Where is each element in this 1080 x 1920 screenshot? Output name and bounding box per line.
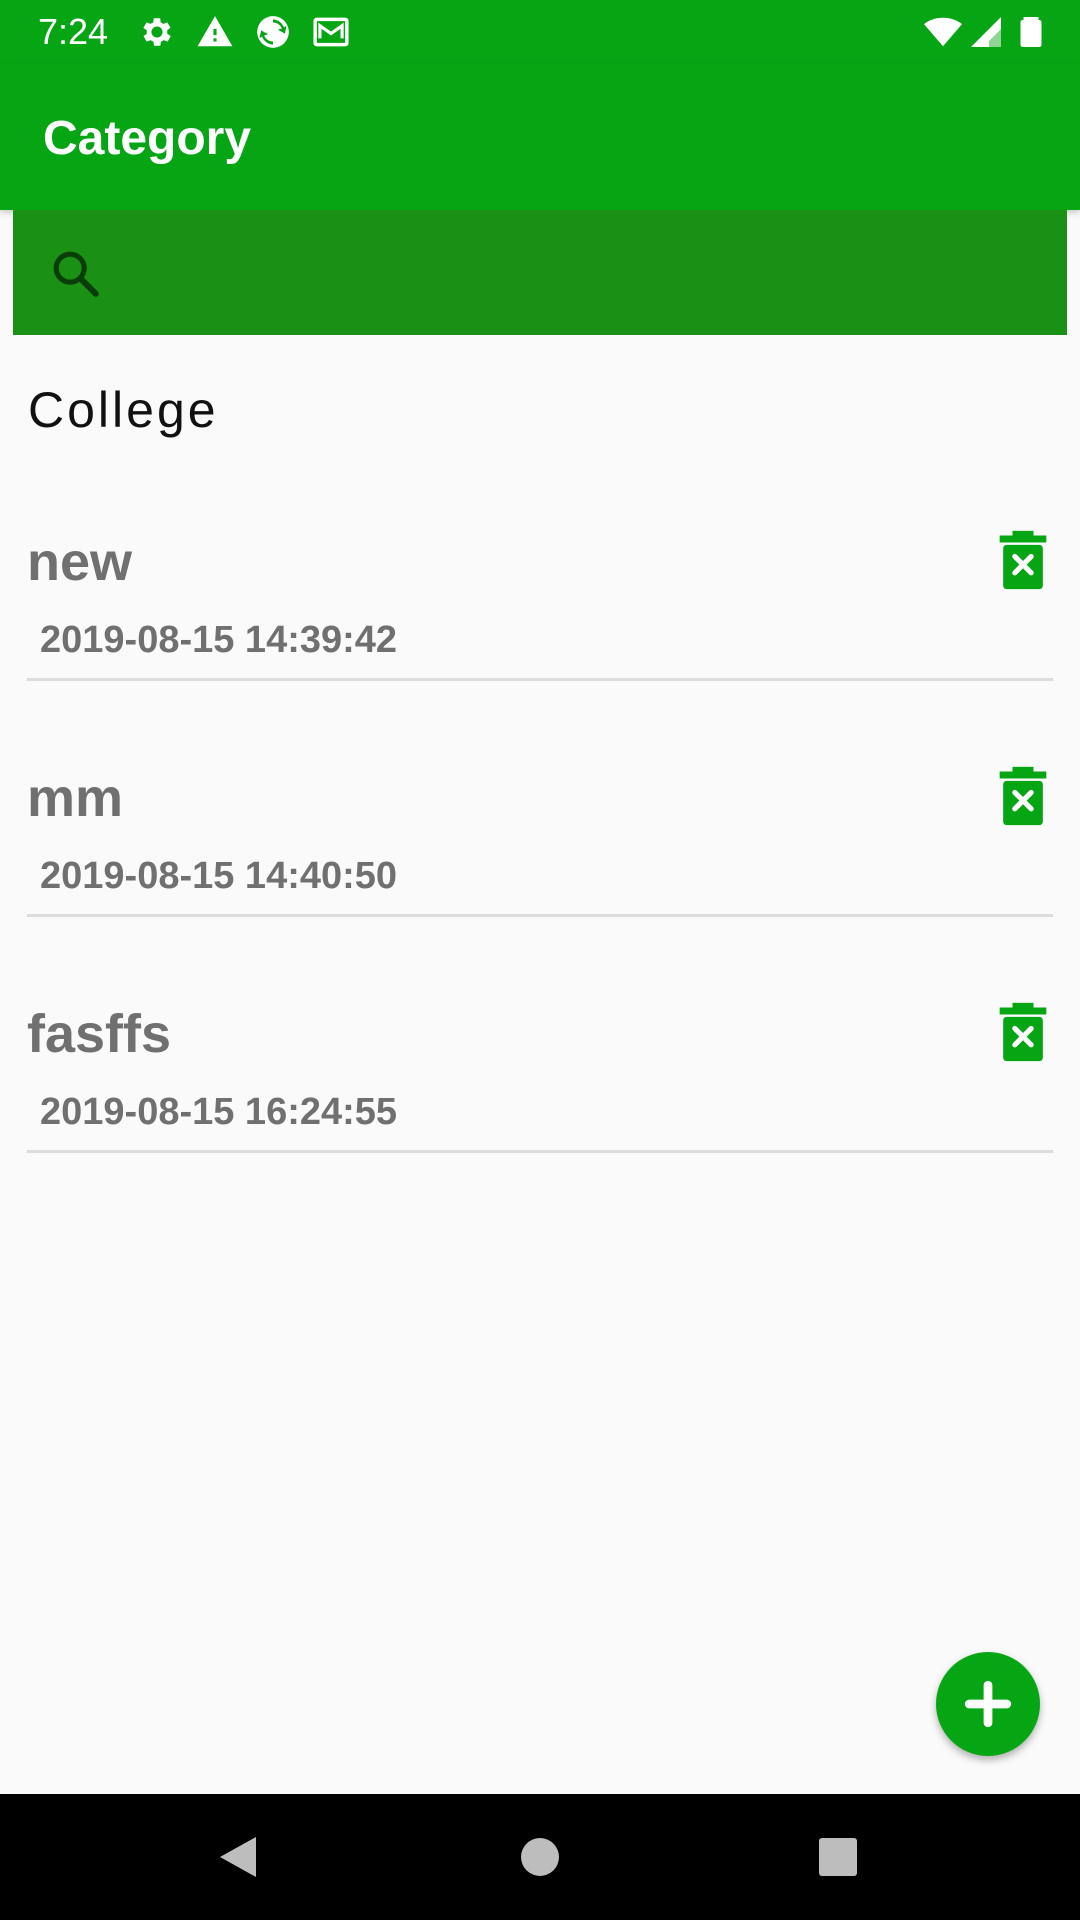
status-bar: 7:24 — [0, 0, 1080, 63]
search-input[interactable] — [123, 230, 1037, 317]
item-divider — [27, 1150, 1053, 1153]
item-title: mm — [27, 768, 124, 828]
item-date: 2019-08-15 14:40:50 — [40, 855, 398, 897]
status-time: 7:24 — [38, 11, 109, 52]
app-bar: Category — [0, 63, 1080, 210]
trash-icon — [995, 1002, 1051, 1067]
delete-button[interactable] — [995, 765, 1051, 827]
list-item[interactable]: new 2019-08-15 14:39:42 — [0, 510, 1080, 681]
sync-icon — [254, 13, 292, 51]
nav-back-button[interactable] — [158, 1794, 318, 1920]
app-title: Category — [43, 112, 252, 165]
wifi-icon — [922, 13, 962, 51]
list-item[interactable]: mm 2019-08-15 14:40:50 — [0, 746, 1080, 917]
item-date: 2019-08-15 16:24:55 — [40, 1091, 398, 1133]
section-title: College — [28, 382, 219, 438]
item-divider — [27, 914, 1053, 917]
signal-icon — [968, 13, 1006, 51]
delete-button[interactable] — [995, 529, 1051, 591]
trash-icon — [995, 530, 1051, 595]
item-divider — [27, 678, 1053, 681]
navigation-bar — [0, 1794, 1080, 1920]
nav-home-button[interactable] — [460, 1794, 620, 1920]
delete-button[interactable] — [995, 1001, 1051, 1063]
trash-icon — [995, 766, 1051, 831]
list-item[interactable]: fasffs 2019-08-15 16:24:55 — [0, 982, 1080, 1153]
plus-icon — [963, 1679, 1013, 1729]
alert-icon — [196, 13, 234, 51]
battery-icon — [1013, 13, 1051, 51]
item-title: fasffs — [27, 1004, 172, 1064]
mail-icon — [311, 13, 349, 51]
search-bar[interactable] — [13, 210, 1067, 335]
nav-recents-button[interactable] — [758, 1794, 918, 1920]
search-icon[interactable] — [48, 246, 104, 302]
settings-icon — [138, 13, 176, 51]
add-category-button[interactable] — [936, 1652, 1040, 1756]
item-title: new — [27, 532, 133, 592]
item-date: 2019-08-15 14:39:42 — [40, 619, 398, 661]
